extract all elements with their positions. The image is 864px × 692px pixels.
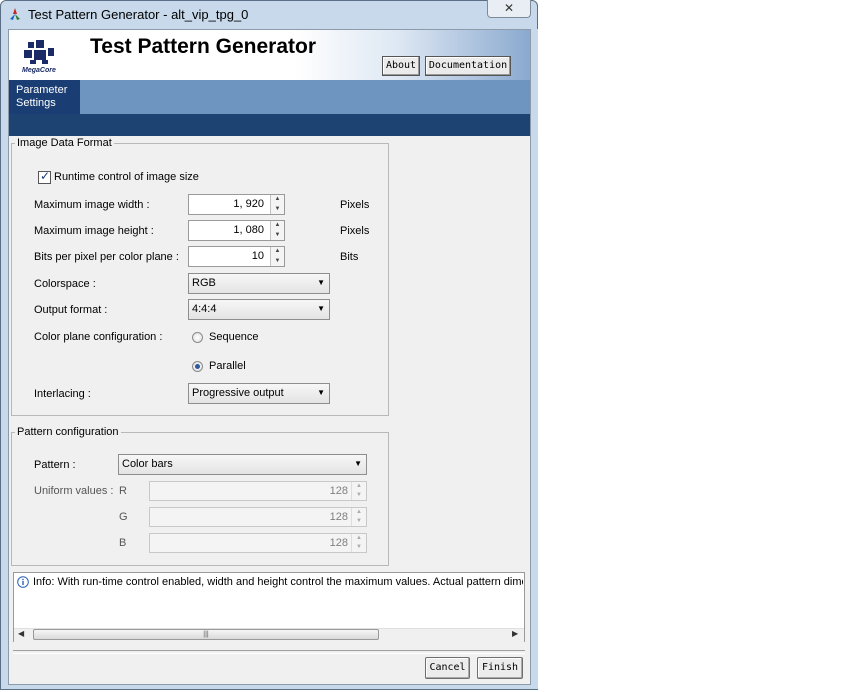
tab-strip [9,80,530,114]
interlacing-value: Progressive output [192,387,284,399]
uniform-r-value: 128 [329,485,348,497]
max-width-label: Maximum image width : [34,199,150,211]
interlacing-label: Interlacing : [34,388,91,400]
bits-per-pixel-unit: Bits [340,251,359,263]
info-icon [17,576,29,588]
scrollbar-thumb[interactable]: ||| [33,629,379,640]
documentation-button[interactable]: Documentation [425,56,511,76]
parallel-radio[interactable] [192,361,203,372]
pattern-label: Pattern : [34,459,76,471]
close-button[interactable]: ✕ [487,0,531,18]
uniform-r-label: R [119,485,127,497]
colorspace-label: Colorspace : [34,278,96,290]
tab-parameter-settings[interactable]: Parameter Settings [9,80,80,114]
down-arrow-icon[interactable]: ▼ [271,231,284,241]
sequence-radio[interactable] [192,332,203,343]
footer-divider [13,650,525,654]
tab-bar-underline [9,114,530,136]
chevron-down-icon[interactable]: ▼ [354,455,362,473]
chevron-down-icon[interactable]: ▼ [317,384,325,402]
output-format-label: Output format : [34,304,108,316]
interlacing-select[interactable]: Progressive output ▼ [188,383,330,404]
max-height-stepper[interactable]: ▲ ▼ [270,221,284,240]
logo-text: MegaCore [22,67,56,74]
uniform-b-value: 128 [329,537,348,549]
scroll-right-icon[interactable]: ▶ [512,629,518,638]
scroll-left-icon[interactable]: ◀ [18,629,24,638]
sequence-radio-label[interactable]: Sequence [209,331,259,343]
app-icon [10,8,20,20]
uniform-b-stepper: ▲ ▼ [351,534,366,552]
output-format-select[interactable]: 4:4:4 ▼ [188,299,330,320]
uniform-g-value: 128 [329,511,348,523]
parallel-radio-label[interactable]: Parallel [209,360,246,372]
chevron-down-icon[interactable]: ▼ [317,300,325,318]
color-plane-config-label: Color plane configuration : [34,331,163,343]
about-button[interactable]: About [382,56,420,76]
window-title: Test Pattern Generator - alt_vip_tpg_0 [28,7,249,22]
output-format-value: 4:4:4 [192,303,217,315]
uniform-g-spinner: 128 ▲ ▼ [149,507,367,527]
uniform-r-stepper: ▲ ▼ [351,482,366,500]
uniform-b-spinner: 128 ▲ ▼ [149,533,367,553]
bits-per-pixel-stepper[interactable]: ▲ ▼ [270,247,284,266]
colorspace-select[interactable]: RGB ▼ [188,273,330,294]
window-border [531,29,538,689]
runtime-control-label: Runtime control of image size [54,171,199,183]
runtime-control-checkbox[interactable]: ✓ [38,169,51,184]
uniform-g-stepper: ▲ ▼ [351,508,366,526]
info-message: Info: With run-time control enabled, wid… [33,576,523,588]
bits-per-pixel-label: Bits per pixel per color plane : [34,251,179,263]
down-arrow-icon[interactable]: ▼ [271,257,284,267]
uniform-r-spinner: 128 ▲ ▼ [149,481,367,501]
uniform-b-label: B [119,537,127,549]
up-arrow-icon[interactable]: ▲ [271,195,284,205]
cancel-button[interactable]: Cancel [425,657,470,679]
up-arrow-icon[interactable]: ▲ [271,221,284,231]
uniform-values-label: Uniform values : [34,485,114,497]
up-arrow-icon[interactable]: ▲ [271,247,284,257]
image-data-format-legend: Image Data Format [15,137,114,149]
pattern-configuration-legend: Pattern configuration [15,426,121,438]
max-width-unit: Pixels [340,199,370,211]
page-title: Test Pattern Generator [90,35,317,58]
uniform-g-label: G [119,511,128,523]
max-height-label: Maximum image height : [34,225,154,237]
finish-button[interactable]: Finish [477,657,523,679]
colorspace-value: RGB [192,277,216,289]
pattern-select[interactable]: Color bars ▼ [118,454,367,475]
max-width-stepper[interactable]: ▲ ▼ [270,195,284,214]
chevron-down-icon[interactable]: ▼ [317,274,325,292]
pattern-value: Color bars [122,458,173,470]
down-arrow-icon[interactable]: ▼ [271,205,284,215]
checkmark-icon: ✓ [40,169,51,183]
max-height-unit: Pixels [340,225,370,237]
